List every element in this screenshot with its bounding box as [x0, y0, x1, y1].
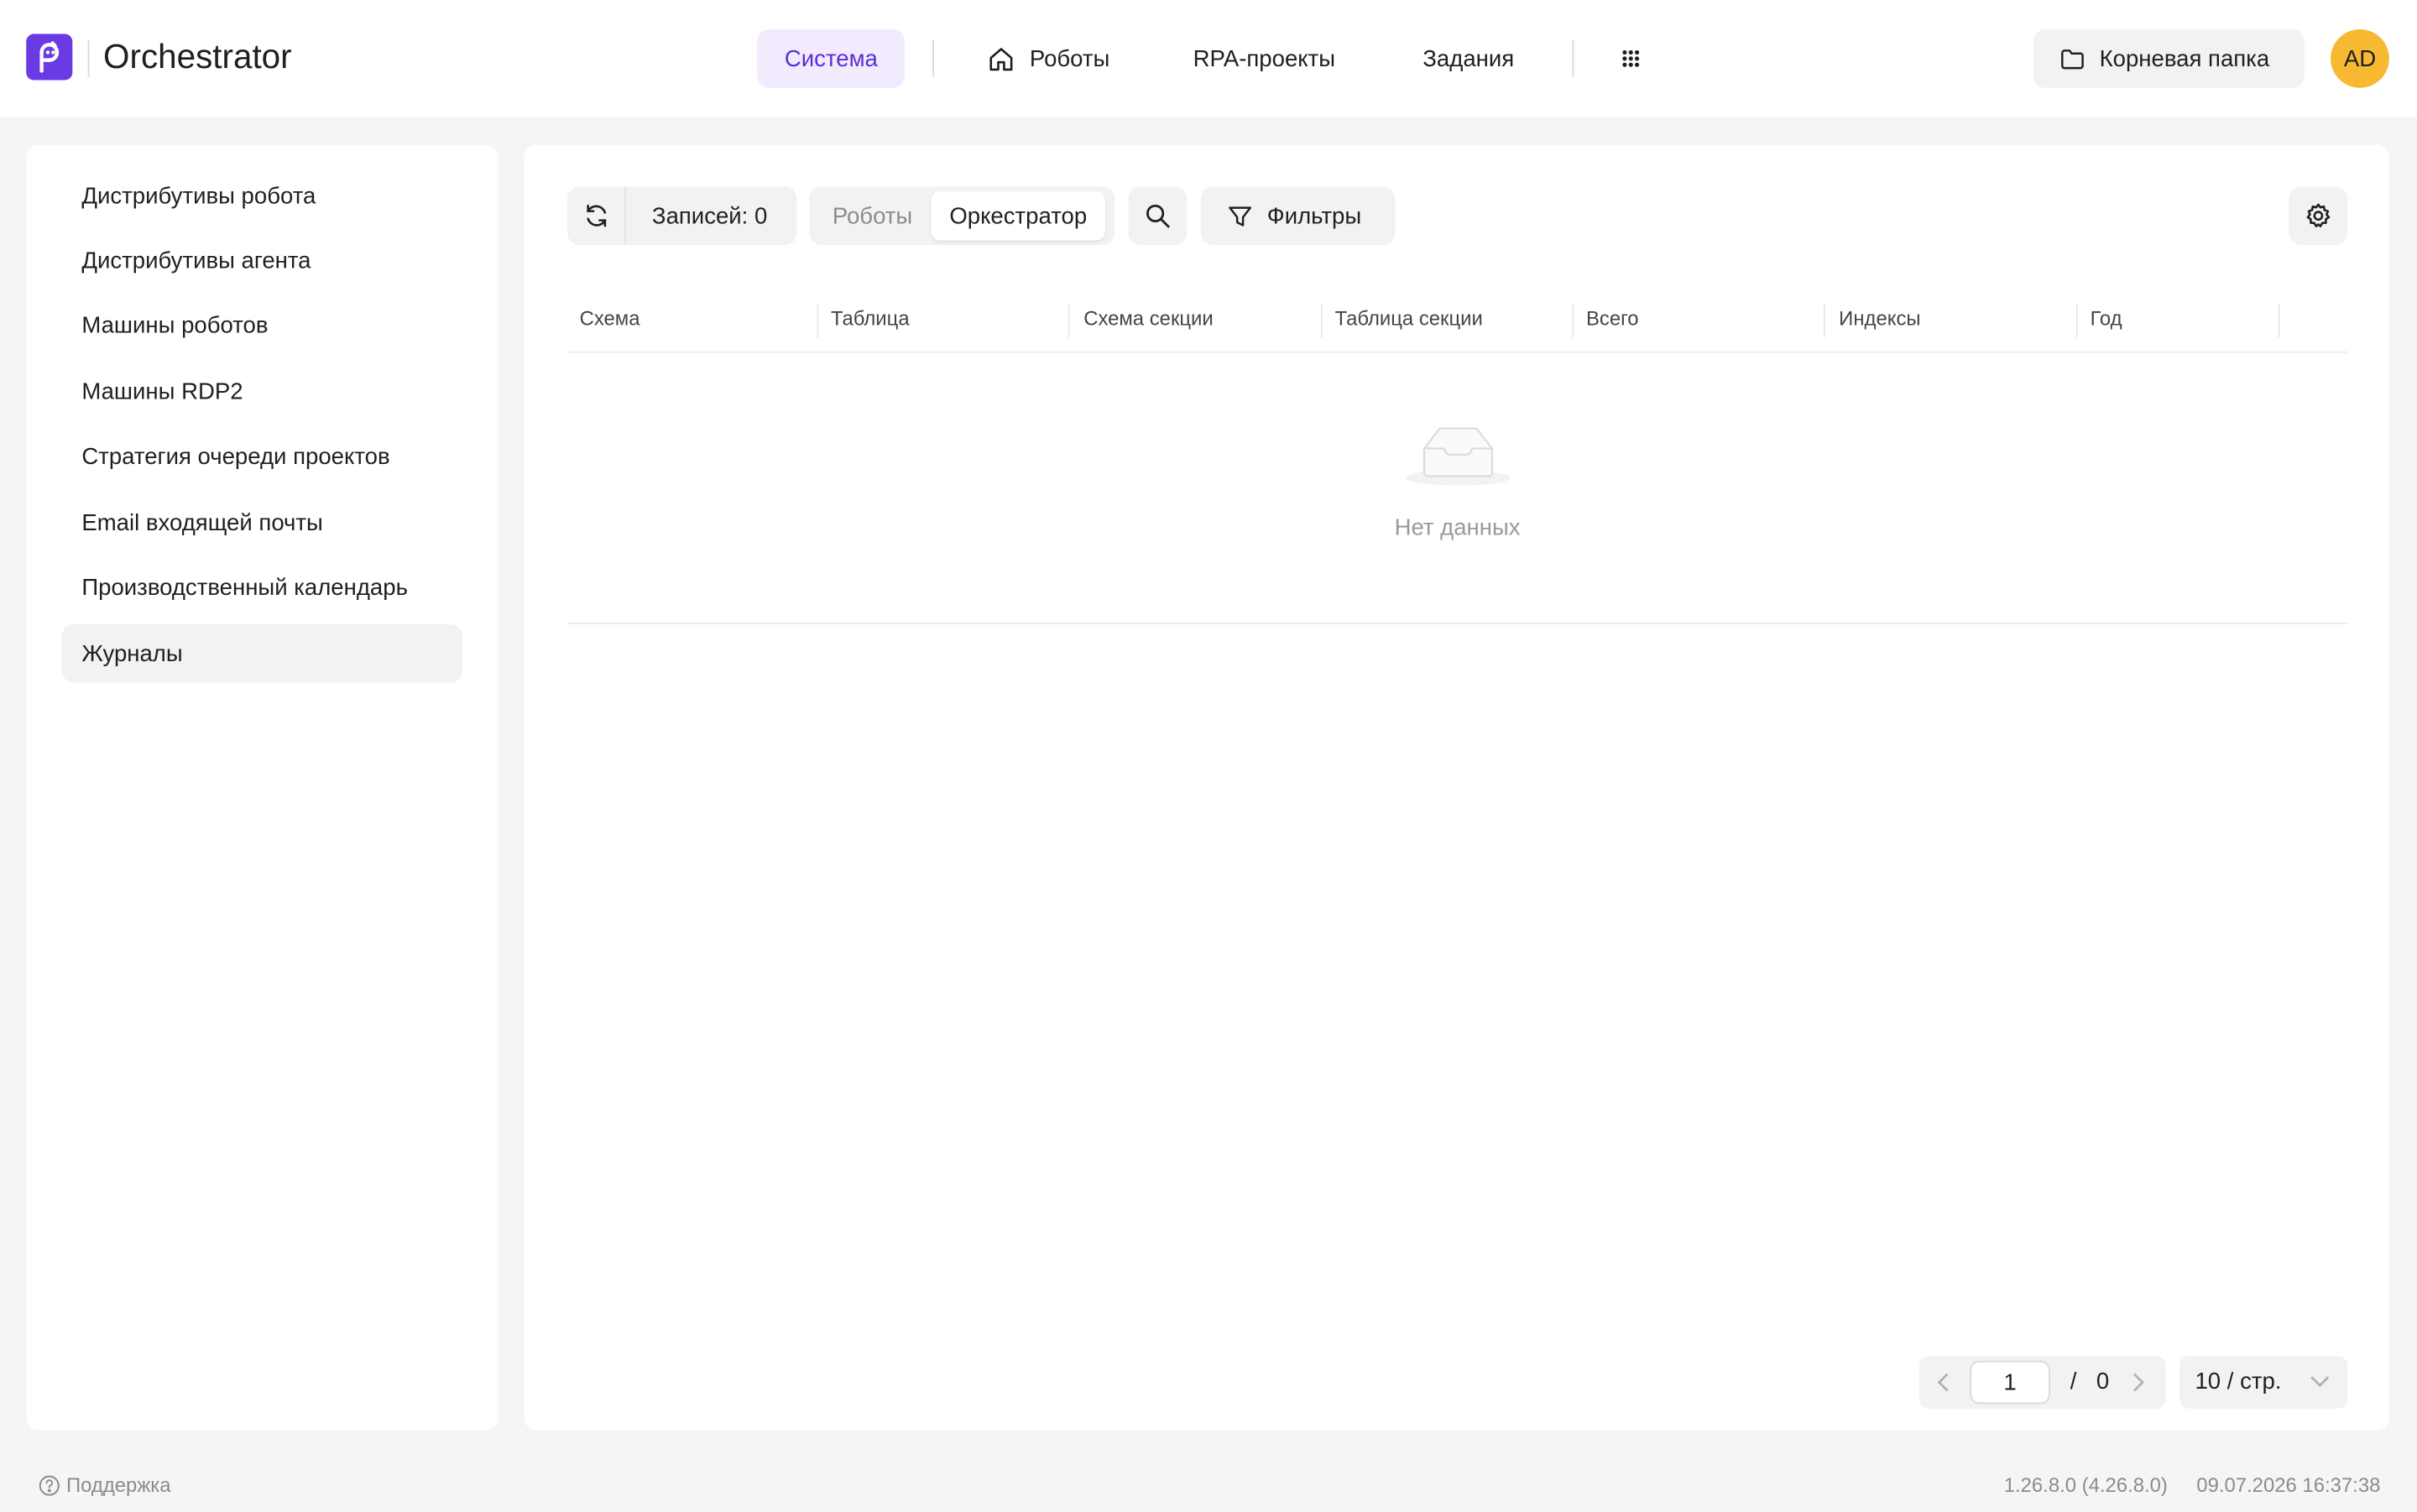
column-divider: [1572, 303, 1574, 338]
nav-system[interactable]: Система: [756, 29, 906, 88]
sidebar-item-email-inbox[interactable]: Email входящей почты: [61, 493, 462, 552]
gear-icon[interactable]: [2289, 186, 2348, 246]
column-divider: [1823, 303, 1825, 338]
sidebar-item-journals[interactable]: Журналы: [61, 623, 463, 683]
home-icon: [986, 44, 1015, 73]
column-divider: [2076, 303, 2078, 338]
sidebar-item-queue-strategy[interactable]: Стратегия очереди проектов: [61, 427, 462, 486]
nav-robots[interactable]: Роботы: [986, 29, 1109, 88]
filters-button[interactable]: Фильтры: [1200, 186, 1396, 246]
app-version: 1.26.8.0 (4.26.8.0): [2003, 1473, 2168, 1497]
help-icon: [39, 1474, 60, 1496]
support-link[interactable]: Поддержка: [39, 1473, 171, 1497]
page-number-input[interactable]: 1: [1970, 1360, 2050, 1405]
logo-divider: [87, 39, 90, 77]
nav-divider: [932, 39, 935, 77]
column-header-year[interactable]: Год: [2091, 284, 2122, 352]
app-title: Orchestrator: [103, 37, 292, 76]
chevron-right-icon[interactable]: [2130, 1370, 2145, 1395]
column-header-indexes[interactable]: Индексы: [1839, 284, 1920, 352]
table-header: Схема Таблица Схема секции Таблица секци…: [566, 284, 2348, 353]
page-separator: /: [2070, 1368, 2077, 1395]
top-header: Orchestrator Система Роботы RPA-проекты …: [0, 0, 2417, 117]
column-header-total[interactable]: Всего: [1586, 284, 1639, 352]
filters-label: Фильтры: [1266, 202, 1362, 229]
pagination: 1 / 0: [1918, 1356, 2166, 1409]
user-avatar[interactable]: AD: [2331, 29, 2389, 88]
sidebar-item-robot-distributions[interactable]: Дистрибутивы робота: [61, 166, 462, 225]
refresh-icon[interactable]: [567, 186, 626, 246]
footer: Поддержка 1.26.8.0 (4.26.8.0) 09.07.2026…: [0, 1458, 2417, 1512]
page-size-select[interactable]: 10 / стр.: [2179, 1356, 2348, 1409]
records-toolbar: Записей: 0: [566, 186, 797, 246]
search-icon[interactable]: [1128, 186, 1188, 246]
sidebar-item-agent-distributions[interactable]: Дистрибутивы агента: [61, 232, 462, 290]
sidebar: Дистрибутивы робота Дистрибутивы агента …: [26, 144, 499, 1431]
sidebar-item-robot-machines[interactable]: Машины роботов: [61, 296, 462, 355]
column-divider: [1068, 303, 1070, 338]
support-label: Поддержка: [65, 1473, 171, 1497]
main-panel: Записей: 0 Роботы Оркестратор Фильтры Сх…: [524, 144, 2389, 1431]
sidebar-item-production-calendar[interactable]: Производственный календарь: [61, 558, 462, 617]
chevron-down-icon: [2309, 1373, 2331, 1391]
empty-inbox-icon: [1402, 414, 1513, 496]
sidebar-item-rdp2-machines[interactable]: Машины RDP2: [61, 362, 462, 421]
filter-icon: [1227, 203, 1253, 229]
total-pages: 0: [2096, 1368, 2110, 1395]
root-folder-button[interactable]: Корневая папка: [2033, 29, 2305, 88]
source-segmented-control: Роботы Оркестратор: [809, 186, 1115, 246]
column-divider: [817, 303, 819, 338]
apps-grid-icon[interactable]: [1617, 29, 1645, 88]
column-header-table[interactable]: Таблица: [831, 284, 910, 352]
column-header-partition-table[interactable]: Таблица секции: [1335, 284, 1483, 352]
nav-tasks[interactable]: Задания: [1423, 29, 1514, 88]
chevron-left-icon[interactable]: [1936, 1370, 1951, 1395]
segment-orchestrator[interactable]: Оркестратор: [931, 190, 1106, 241]
column-header-partition-schema[interactable]: Схема секции: [1083, 284, 1214, 352]
app-logo-icon[interactable]: [26, 34, 73, 81]
nav-robots-label: Роботы: [1029, 45, 1110, 72]
nav-divider: [1572, 39, 1574, 77]
column-header-schema[interactable]: Схема: [580, 284, 640, 352]
page-size-value: 10 / стр.: [2195, 1368, 2282, 1395]
folder-icon: [2059, 45, 2086, 71]
empty-state: Нет данных: [566, 353, 2348, 624]
root-folder-label: Корневая папка: [2099, 45, 2270, 72]
column-divider: [2278, 303, 2280, 338]
server-datetime: 09.07.2026 16:37:38: [2196, 1473, 2381, 1497]
empty-text: Нет данных: [1394, 514, 1521, 541]
nav-rpa-projects[interactable]: RPA-проекты: [1193, 29, 1335, 88]
segment-robots[interactable]: Роботы: [814, 191, 932, 241]
column-divider: [1321, 303, 1323, 338]
records-count: Записей: 0: [651, 202, 768, 229]
